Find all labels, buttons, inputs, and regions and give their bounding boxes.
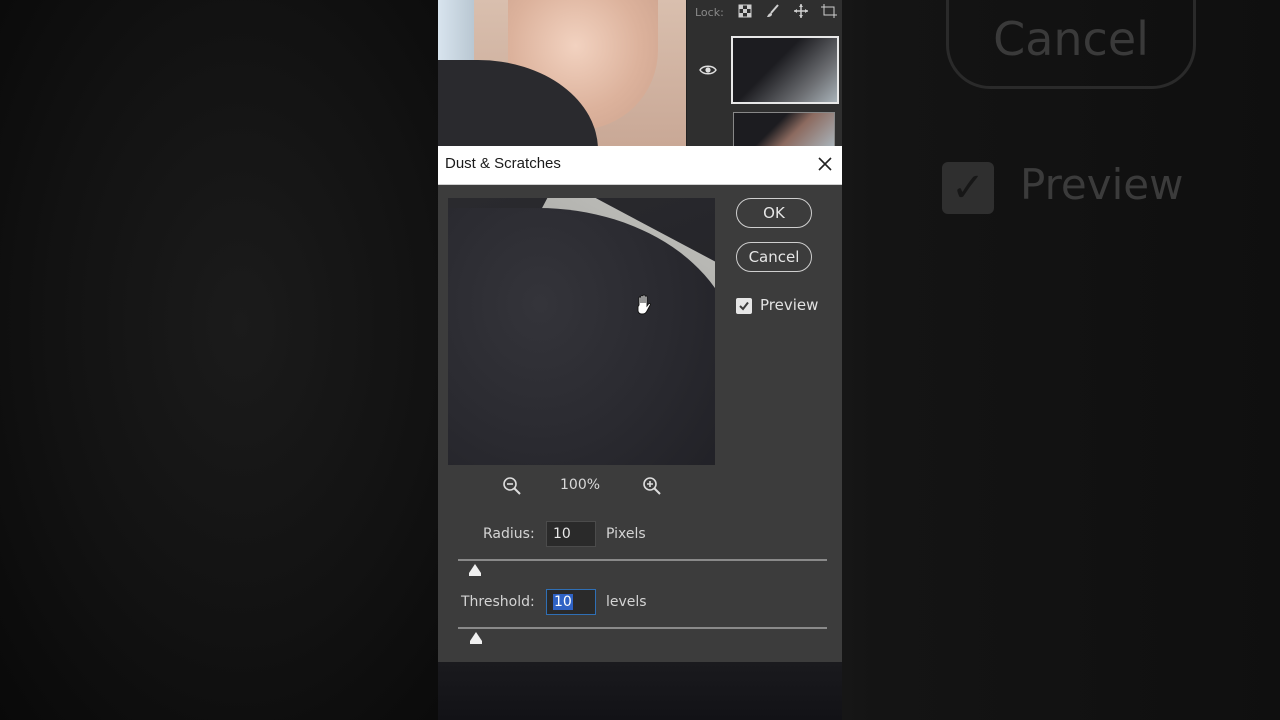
zoom-in-icon[interactable] <box>642 476 662 496</box>
layer-thumbnail-active[interactable] <box>731 36 839 104</box>
lock-artboard-icon[interactable] <box>821 4 837 20</box>
ok-button[interactable]: OK <box>736 198 812 228</box>
lock-transparent-icon[interactable] <box>737 4 753 20</box>
radius-label: Radius: <box>483 526 535 542</box>
threshold-slider-thumb[interactable] <box>470 632 482 644</box>
dialog-title: Dust & Scratches <box>445 155 561 172</box>
threshold-unit: levels <box>606 594 647 610</box>
background-left <box>0 0 438 720</box>
ghost-cancel-button: Cancel <box>946 0 1196 89</box>
zoom-out-icon[interactable] <box>502 476 522 496</box>
lock-position-icon[interactable] <box>793 4 809 20</box>
threshold-input[interactable]: 10 <box>546 589 596 615</box>
zoom-level: 100% <box>560 477 601 493</box>
hand-cursor-icon <box>634 294 654 320</box>
radius-slider-thumb[interactable] <box>469 564 481 576</box>
layer-thumbnail[interactable] <box>733 112 835 148</box>
lock-label: Lock: <box>695 6 724 19</box>
preview-checkbox[interactable] <box>736 298 752 314</box>
dust-scratches-dialog: Dust & Scratches OK Cancel Preview 100% <box>438 146 842 662</box>
layers-panel: Lock: <box>686 0 842 148</box>
canvas-photo <box>438 0 686 146</box>
cancel-button[interactable]: Cancel <box>736 242 812 272</box>
filter-preview-image[interactable] <box>448 198 715 465</box>
radius-slider-track[interactable] <box>458 559 827 561</box>
threshold-slider-track[interactable] <box>458 627 827 629</box>
radius-unit: Pixels <box>606 526 646 542</box>
eye-icon[interactable] <box>699 62 717 76</box>
ghost-cancel-label: Cancel <box>993 12 1149 66</box>
dialog-titlebar: Dust & Scratches <box>438 146 842 185</box>
ghost-preview-label: Preview <box>1020 160 1184 209</box>
preview-label[interactable]: Preview <box>760 296 818 314</box>
radius-input[interactable]: 10 <box>546 521 596 547</box>
radius-value: 10 <box>553 526 571 542</box>
background-right <box>842 0 1280 720</box>
threshold-value: 10 <box>553 594 573 610</box>
lock-brush-icon[interactable] <box>765 4 781 20</box>
photoshop-window: Lock: Dust & Scratches OK Cancel Preview… <box>438 0 842 720</box>
close-icon[interactable] <box>814 153 836 175</box>
threshold-label: Threshold: <box>461 594 535 610</box>
canvas-photo-bottom <box>438 662 842 720</box>
ghost-checkbox: ✓ <box>942 162 994 214</box>
